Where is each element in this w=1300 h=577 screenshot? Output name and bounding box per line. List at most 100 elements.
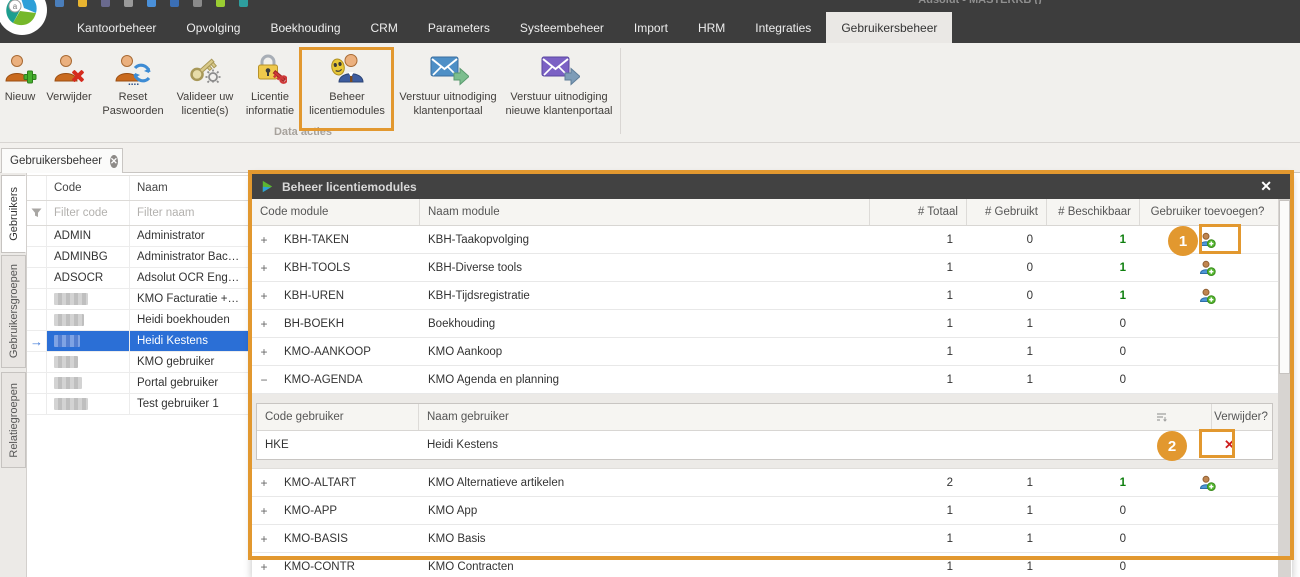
user-row[interactable]: ADSOCRAdsolut OCR Engine [27, 268, 248, 289]
expand-toggle-icon[interactable]: + [252, 261, 276, 275]
code-column-header[interactable]: Code [47, 176, 130, 200]
expand-toggle-icon[interactable]: + [252, 560, 276, 574]
gebruiker-naam-cell: Heidi Kestens [419, 439, 1212, 451]
user-row[interactable]: Heidi boekhouden [27, 310, 248, 331]
module-totaal-cell: 1 [870, 505, 967, 517]
menu-tab-opvolging[interactable]: Opvolging [171, 12, 255, 43]
qat-icon-8[interactable] [216, 0, 225, 7]
user-row[interactable]: KMO Facturatie + Bo... [27, 289, 248, 310]
scrollbar-thumb[interactable] [1279, 200, 1290, 374]
expand-toggle-icon[interactable]: + [252, 233, 276, 247]
filter-funnel-icon[interactable] [27, 201, 47, 225]
qat-icon-3[interactable] [101, 0, 110, 7]
naam-module-header[interactable]: Naam module [420, 199, 870, 225]
license-module-row[interactable]: −KMO-AGENDAKMO Agenda en planning110 [252, 366, 1278, 394]
row-indicator [27, 373, 47, 393]
license-module-row[interactable]: +KBH-TOOLSKBH-Diverse tools101 [252, 254, 1278, 282]
beschikbaar-header[interactable]: # Beschikbaar [1047, 199, 1140, 225]
side-tab-gebruikers[interactable]: Gebruikers [1, 175, 26, 253]
code-module-header[interactable]: Code module [252, 199, 420, 225]
side-tab-label: Gebruikersgroepen [8, 264, 20, 358]
menu-tab-hrm[interactable]: HRM [683, 12, 740, 43]
gebruiker-toevoegen-header[interactable]: Gebruiker toevoegen? [1140, 199, 1275, 225]
menu-tab-parameters[interactable]: Parameters [413, 12, 505, 43]
menu-tab-systeembeheer[interactable]: Systeembeheer [505, 12, 619, 43]
expand-toggle-icon[interactable]: + [252, 532, 276, 546]
user-row[interactable]: ADMINAdministrator [27, 226, 248, 247]
expand-toggle-icon[interactable]: + [252, 504, 276, 518]
menu-tab-gebruikersbeheer[interactable]: Gebruikersbeheer [826, 12, 952, 43]
user-row[interactable]: Portal gebruiker [27, 373, 248, 394]
expand-toggle-icon[interactable]: + [252, 289, 276, 303]
add-user-icon[interactable] [1199, 475, 1216, 491]
side-tab-relatiegroepen[interactable]: Relatiegroepen [1, 372, 26, 468]
license-module-row[interactable]: +KMO-BASISKMO Basis110 [252, 525, 1278, 553]
gebruiker-naam-header[interactable]: Naam gebruiker [419, 404, 1212, 430]
license-module-row[interactable]: +KMO-ALTARTKMO Alternatieve artikelen211 [252, 469, 1278, 497]
document-tab-gebruikersbeheer[interactable]: Gebruikersbeheer ✕ [1, 148, 123, 173]
collapse-toggle-icon[interactable]: − [252, 373, 276, 387]
license-module-row[interactable]: +KMO-AANKOOPKMO Aankoop110 [252, 338, 1278, 366]
menu-tab-import[interactable]: Import [619, 12, 683, 43]
ribbon-button-verstuur-uitnodiging[interactable]: Verstuur uitnodiging klantenportaal [396, 47, 500, 143]
menu-tabs: KantoorbeheerOpvolgingBoekhoudingCRMPara… [62, 12, 952, 43]
module-totaal-cell: 1 [870, 346, 967, 358]
close-icon[interactable]: ✕ [110, 155, 118, 168]
menu-tab-crm[interactable]: CRM [356, 12, 413, 43]
license-module-row[interactable]: +BH-BOEKHBoekhouding110 [252, 310, 1278, 338]
side-tab-gebruikersgroepen[interactable]: Gebruikersgroepen [1, 255, 26, 368]
ribbon-button-verstuur-uitnodiging[interactable]: Verstuur uitnodiging nieuwe klantenporta… [500, 47, 618, 143]
filter-code-input[interactable] [54, 207, 122, 219]
qat-icon-7[interactable] [193, 0, 202, 7]
gebruiker-code-header[interactable]: Code gebruiker [257, 404, 419, 430]
menu-tab-kantoorbeheer[interactable]: Kantoorbeheer [62, 12, 171, 43]
ribbon-button-verwijder[interactable]: Verwijder [40, 47, 98, 143]
user-naam-cell: Heidi Kestens [130, 331, 248, 351]
dialog-scrollbar[interactable] [1278, 199, 1291, 577]
quick-access-toolbar[interactable] [55, 0, 315, 7]
expand-toggle-icon[interactable]: + [252, 476, 276, 490]
user-row[interactable]: Test gebruiker 1 [27, 394, 248, 415]
license-module-row[interactable]: +KMO-CONTRKMO Contracten110 [252, 553, 1278, 577]
redacted-code [54, 398, 88, 410]
qat-icon-1[interactable] [55, 0, 64, 7]
ribbon-button-reset[interactable]: ....Reset Paswoorden [98, 47, 168, 143]
dialog-title-bar[interactable]: Beheer licentiemodules ✕ [252, 174, 1292, 199]
user-reset-password-icon: .... [115, 49, 151, 89]
naam-column-header[interactable]: Naam [130, 176, 248, 200]
add-user-icon[interactable] [1199, 232, 1216, 248]
row-indicator: → [27, 331, 47, 351]
totaal-header[interactable]: # Totaal [870, 199, 967, 225]
ribbon-button-valideer-uw[interactable]: Valideer uw licentie(s) [168, 47, 242, 143]
user-row[interactable]: KMO gebruiker [27, 352, 248, 373]
side-tab-label: Gebruikers [8, 187, 20, 241]
qat-icon-9[interactable] [239, 0, 248, 7]
ribbon-button-nieuw[interactable]: Nieuw [0, 47, 40, 143]
user-row[interactable]: → Heidi Kestens [27, 331, 248, 352]
menu-tab-boekhouding[interactable]: Boekhouding [255, 12, 355, 43]
verwijder-header[interactable]: Verwijder? [1212, 404, 1270, 430]
qat-icon-2[interactable] [78, 0, 87, 7]
add-user-icon[interactable] [1199, 288, 1216, 304]
module-gebruikt-cell: 1 [967, 505, 1047, 517]
document-tab-bar: Gebruikersbeheer ✕ [0, 143, 1300, 173]
qat-icon-6[interactable] [170, 0, 179, 7]
delete-user-icon[interactable]: ✕ [1224, 437, 1235, 452]
expand-toggle-icon[interactable]: + [252, 345, 276, 359]
menu-tab-integraties[interactable]: Integraties [740, 12, 826, 43]
module-user-row[interactable]: HKEHeidi Kestens✕ [257, 431, 1272, 459]
license-module-row[interactable]: +KBH-URENKBH-Tijdsregistratie101 [252, 282, 1278, 310]
dialog-close-icon[interactable]: ✕ [1260, 178, 1272, 195]
user-row[interactable]: ADMINBGAdministrator Backgr... [27, 247, 248, 268]
license-module-row[interactable]: +KBH-TAKENKBH-Taakopvolging101 [252, 226, 1278, 254]
filter-naam-input[interactable] [137, 207, 241, 219]
gebruikt-header[interactable]: # Gebruikt [967, 199, 1047, 225]
module-beschikbaar-cell: 0 [1047, 505, 1140, 517]
license-module-row[interactable]: +KMO-APPKMO App110 [252, 497, 1278, 525]
qat-icon-4[interactable] [124, 0, 133, 7]
expand-toggle-icon[interactable]: + [252, 317, 276, 331]
row-indicator [27, 247, 47, 267]
add-user-icon[interactable] [1199, 260, 1216, 276]
qat-icon-5[interactable] [147, 0, 156, 7]
module-code-cell: BH-BOEKH [276, 318, 420, 330]
